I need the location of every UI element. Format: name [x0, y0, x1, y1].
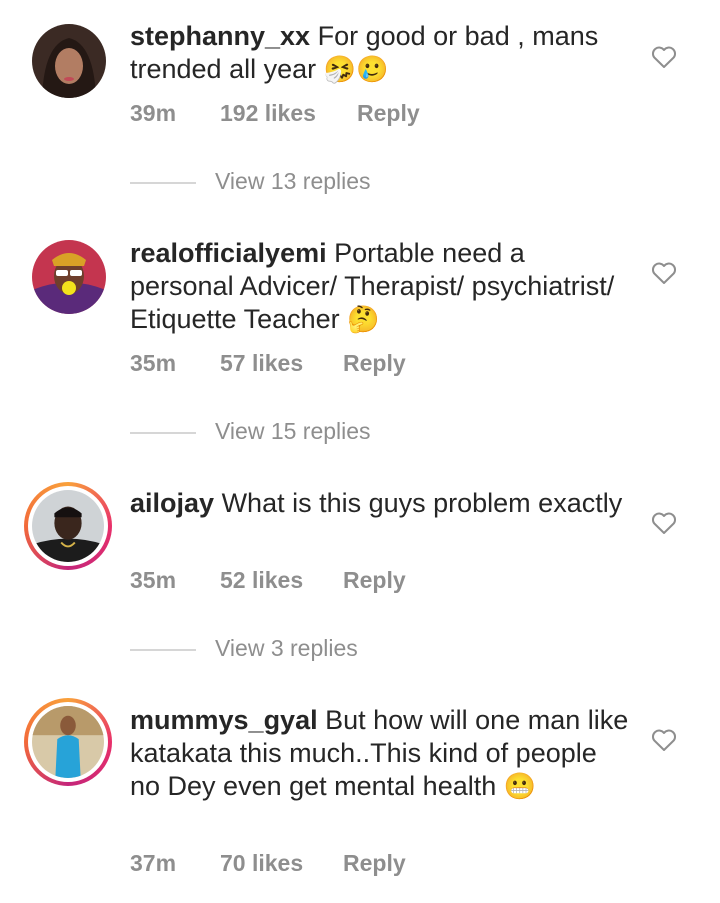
- comment-emoji: 🤧🥲: [323, 54, 389, 84]
- reply-button[interactable]: Reply: [343, 567, 406, 594]
- story-ring: [28, 702, 108, 782]
- comment-time: 35m: [130, 350, 177, 376]
- view-replies-label: View 15 replies: [215, 418, 371, 444]
- avatar[interactable]: [32, 240, 106, 314]
- comment-text: stephanny_xx For good or bad , mans tren…: [130, 20, 630, 86]
- comment-likes[interactable]: 70 likes: [220, 850, 303, 877]
- comment-time: 39m: [130, 100, 177, 126]
- avatar-photo: [32, 706, 104, 778]
- comment-username[interactable]: stephanny_xx: [130, 21, 310, 51]
- avatar[interactable]: [24, 482, 112, 570]
- heart-icon[interactable]: [651, 261, 677, 285]
- divider: [130, 182, 196, 184]
- comment-likes[interactable]: 192 likes: [220, 100, 316, 127]
- comment-username[interactable]: mummys_gyal: [130, 705, 318, 735]
- reply-button[interactable]: Reply: [343, 350, 406, 377]
- avatar[interactable]: [24, 698, 112, 786]
- comment-likes[interactable]: 57 likes: [220, 350, 303, 377]
- comment-text: ailojay What is this guys problem exactl…: [130, 487, 630, 520]
- reply-button[interactable]: Reply: [343, 850, 406, 877]
- view-replies-label: View 13 replies: [215, 168, 371, 194]
- comment-emoji: 🤔: [347, 304, 380, 334]
- comment-likes[interactable]: 52 likes: [220, 567, 303, 594]
- comment-time: 37m: [130, 850, 177, 876]
- heart-icon[interactable]: [651, 45, 677, 69]
- view-replies-label: View 3 replies: [215, 635, 358, 661]
- divider: [130, 649, 196, 651]
- avatar-photo: [32, 490, 104, 562]
- comment-username[interactable]: ailojay: [130, 488, 214, 518]
- heart-icon[interactable]: [651, 728, 677, 752]
- heart-icon[interactable]: [651, 511, 677, 535]
- comment-text: mummys_gyal But how will one man like ka…: [130, 704, 630, 803]
- divider: [130, 432, 196, 434]
- comment-username[interactable]: realofficialyemi: [130, 238, 327, 268]
- comment-emoji: 😬: [503, 771, 537, 801]
- comment-body: What is this guys problem exactly: [221, 488, 623, 518]
- avatar[interactable]: [32, 24, 106, 98]
- comment-text: realofficialyemi Portable need a persona…: [130, 237, 630, 336]
- story-ring: [28, 486, 108, 566]
- comment-time: 35m: [130, 567, 177, 593]
- reply-button[interactable]: Reply: [357, 100, 420, 127]
